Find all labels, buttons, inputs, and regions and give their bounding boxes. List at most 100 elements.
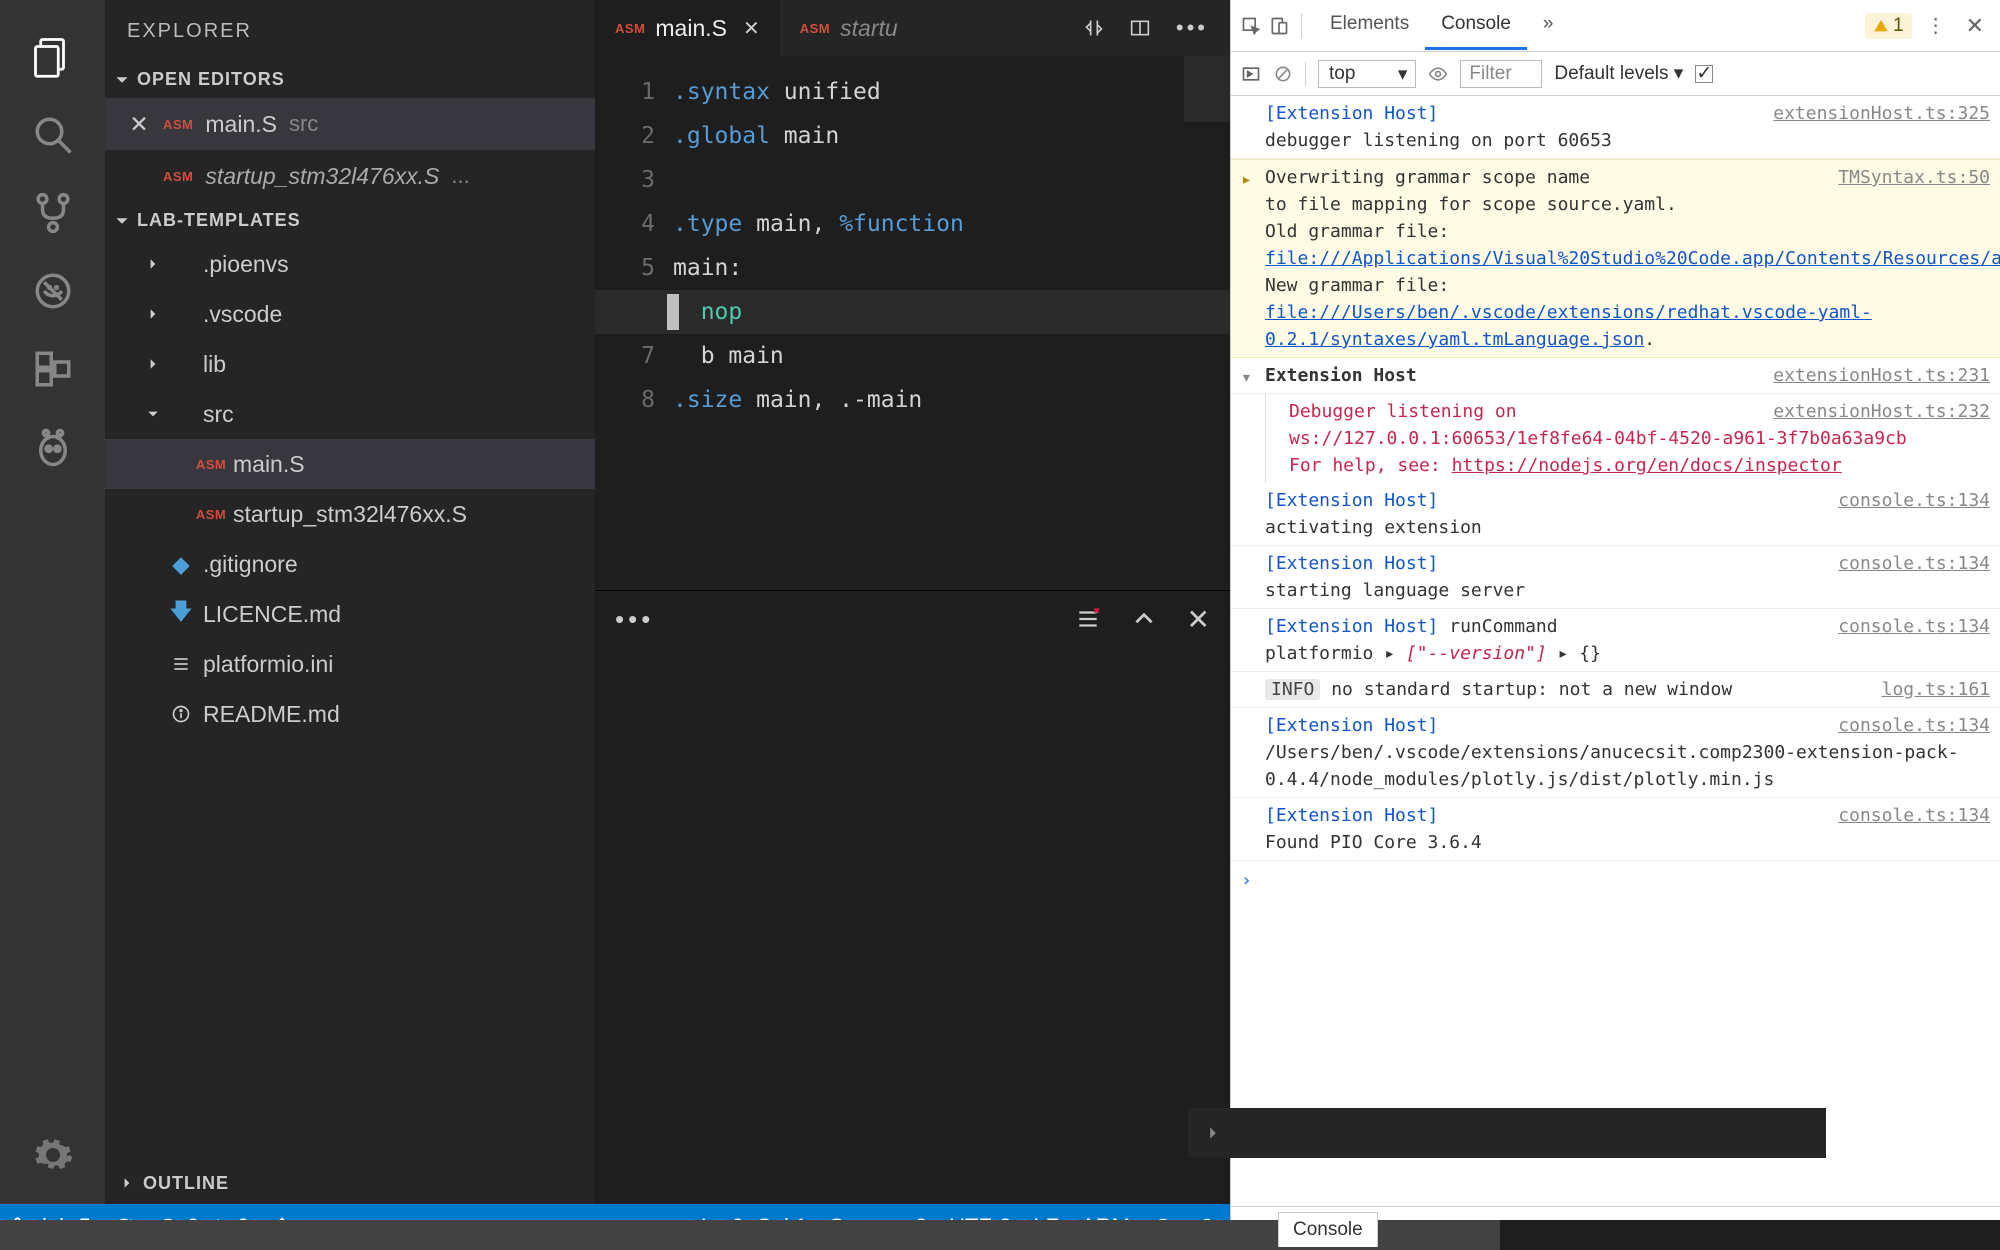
tab-more[interactable]: » [1527,1,1570,50]
file-name: lib [203,351,226,378]
search-icon[interactable] [21,96,85,174]
file-dir: ... [451,163,469,189]
file-dir: src [289,111,318,137]
preserve-log-checkbox[interactable]: ✓ [1695,65,1713,83]
file-item[interactable]: README.md [105,689,595,739]
source-link[interactable]: console.ts:134 [1838,487,1990,514]
file-name: README.md [203,701,340,728]
console-message[interactable]: console.ts:134[Extension Host] runComman… [1231,609,2000,672]
extensions-icon[interactable] [21,330,85,408]
file-name: startup_stm32l476xx.S [233,501,467,528]
settings-gear-icon[interactable] [21,1116,85,1194]
panel-more-icon[interactable]: ••• [615,604,654,635]
debug-icon[interactable] [21,252,85,330]
file-item[interactable]: 🡇 LICENCE.md [105,589,595,639]
editor-area: ASMmain.S✕ASMstartu ••• 12345678 .syntax… [595,0,1230,1204]
folder-item[interactable]: .pioenvs [105,239,595,289]
minimap[interactable] [1184,56,1230,166]
source-link[interactable]: console.ts:134 [1838,712,1990,739]
console-prompt[interactable]: › [1231,861,2000,900]
tab-elements[interactable]: Elements [1314,1,1425,50]
project-header[interactable]: LAB-TEMPLATES [105,202,595,239]
explorer-title: EXPLORER [105,0,595,61]
open-editors-header[interactable]: OPEN EDITORS [105,61,595,98]
console-message[interactable]: console.ts:134[Extension Host]activating… [1231,483,2000,546]
file-icon: 🡇 [169,595,193,634]
asm-badge: ASM [163,169,193,184]
tab-console[interactable]: Console [1425,1,1527,50]
console-message[interactable]: console.ts:134[Extension Host]Found PIO … [1231,798,2000,861]
editor-tab[interactable]: ASMstartu [780,0,918,56]
file-name: .pioenvs [203,251,289,278]
file-name: main.S [205,111,277,138]
source-link[interactable]: extensionHost.ts:232 [1773,398,1990,425]
source-link[interactable]: extensionHost.ts:231 [1773,362,1990,389]
file-item[interactable]: ASM startup_stm32l476xx.S [105,489,595,539]
close-panel-icon[interactable]: ✕ [1187,603,1210,636]
debug-panel: ••• ✕ [595,590,1230,1204]
more-icon[interactable]: ••• [1176,15,1208,41]
console-message[interactable]: console.ts:134[Extension Host]starting l… [1231,546,2000,609]
editor-tab[interactable]: ASMmain.S✕ [595,0,780,56]
log-levels[interactable]: Default levels ▾ [1554,62,1683,85]
devtools-close-icon[interactable]: ✕ [1960,13,1990,39]
source-link[interactable]: console.ts:134 [1838,802,1990,829]
editor[interactable]: 12345678 .syntax unified.global main .ty… [595,56,1230,590]
debug-console-input[interactable] [1188,1108,1826,1158]
drawer-tab-console[interactable]: Console [1278,1212,1378,1247]
source-control-icon[interactable] [21,174,85,252]
explorer-icon[interactable] [21,18,85,96]
open-editor-item[interactable]: ✕ASMmain.Ssrc [105,98,595,150]
file-name: .vscode [203,301,282,328]
file-icon: ASM [199,457,223,472]
context-selector[interactable]: top [1318,60,1416,88]
file-item[interactable]: ASM main.S [105,439,595,489]
open-editor-item[interactable]: ASMstartup_stm32l476xx.S... [105,150,595,202]
devtools-menu-icon[interactable]: ⋮ [1920,13,1952,38]
file-item[interactable]: platformio.ini [105,639,595,689]
device-toggle-icon[interactable] [1269,16,1289,36]
folder-item[interactable]: .vscode [105,289,595,339]
clear-console-icon[interactable] [1273,64,1293,84]
file-icon: ASM [199,507,223,522]
console-toolbar: top Filter Default levels ▾ ✓ [1231,52,2000,96]
close-icon[interactable]: ✕ [127,111,151,138]
platformio-icon[interactable] [21,408,85,486]
devtools-panel: Elements Console » 1 ⋮ ✕ top Filter Defa… [1230,0,2000,1250]
console-output[interactable]: extensionHost.ts:325[Extension Host]debu… [1231,96,2000,1206]
file-icon: ◆ [169,551,193,578]
file-name: LICENCE.md [203,601,341,628]
split-editor-icon[interactable] [1130,18,1150,38]
eye-icon[interactable] [1428,64,1448,84]
inspect-icon[interactable] [1241,16,1261,36]
console-sidebar-icon[interactable] [1241,64,1261,84]
console-message[interactable]: extensionHost.ts:325[Extension Host]debu… [1231,96,2000,159]
clear-icon[interactable] [1075,606,1101,632]
source-link[interactable]: TMSyntax.ts:50 [1838,164,1990,191]
console-group[interactable]: extensionHost.ts:231Extension Host [1231,358,2000,394]
file-item[interactable]: ◆ .gitignore [105,539,595,589]
compare-icon[interactable] [1084,18,1104,38]
source-link[interactable]: console.ts:134 [1838,550,1990,577]
activity-bar [0,0,105,1204]
console-warning[interactable]: TMSyntax.ts:50Overwriting grammar scope … [1231,159,2000,358]
horizontal-scrollbar[interactable] [0,1220,2000,1250]
console-message[interactable]: console.ts:134[Extension Host]/Users/ben… [1231,708,2000,798]
source-link[interactable]: extensionHost.ts:325 [1773,100,1990,127]
folder-item[interactable]: src [105,389,595,439]
source-link[interactable]: console.ts:134 [1838,613,1990,640]
console-message[interactable]: log.ts:161INFO no standard startup: not … [1231,672,2000,708]
filter-input[interactable]: Filter [1460,60,1542,88]
outline-header[interactable]: OUTLINE [105,1162,595,1204]
warning-badge[interactable]: 1 [1865,13,1912,39]
tab-bar: ASMmain.S✕ASMstartu ••• [595,0,1230,56]
collapse-icon[interactable] [1131,606,1157,632]
file-name: .gitignore [203,551,298,578]
explorer-sidebar: EXPLORER OPEN EDITORS ✕ASMmain.SsrcASMst… [105,0,595,1204]
file-name: main.S [233,451,305,478]
file-icon [169,704,193,724]
console-message[interactable]: extensionHost.ts:232Debugger listening o… [1231,394,2000,483]
source-link[interactable]: log.ts:161 [1882,676,1990,703]
folder-item[interactable]: lib [105,339,595,389]
close-tab-icon[interactable]: ✕ [743,16,760,41]
